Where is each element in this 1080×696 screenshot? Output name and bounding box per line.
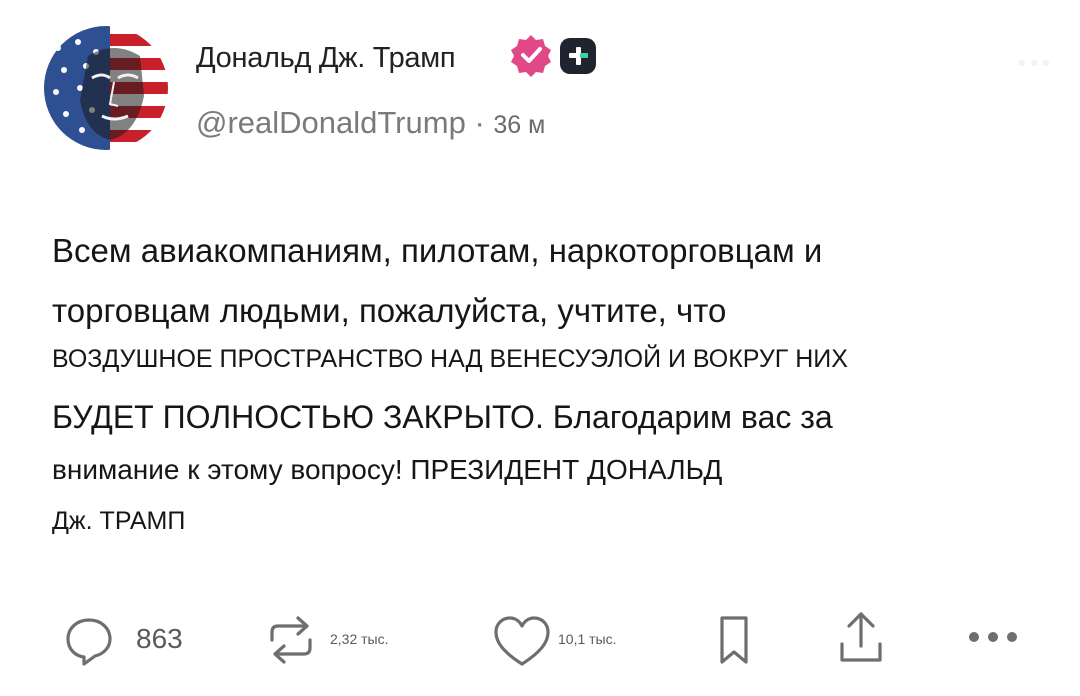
avatar[interactable]: [44, 26, 168, 150]
post-line: внимание к этому вопросу! ПРЕЗИДЕНТ ДОНА…: [52, 454, 723, 485]
heart-icon: [494, 616, 550, 666]
share-icon: [840, 612, 882, 662]
like-button[interactable]: [492, 614, 552, 670]
reply-button[interactable]: [64, 616, 114, 668]
author-meta: @realDonaldTrump · 36 м: [196, 104, 545, 144]
plus-square-icon: [560, 38, 596, 74]
reply-icon: [66, 618, 112, 666]
post-line: ВОЗДУШНОЕ ПРОСТРАНСТВО НАД ВЕНЕСУЭЛОЙ И …: [52, 345, 848, 373]
more-icon: [969, 632, 1017, 642]
verified-badge-icon: [509, 33, 553, 77]
post-line: Всем авиакомпаниям, пилотам, наркоторгов…: [52, 232, 823, 269]
author-handle[interactable]: @realDonaldTrump: [196, 105, 466, 140]
bookmark-button[interactable]: [718, 614, 750, 666]
bookmark-icon: [720, 616, 748, 664]
post-line: Дж. ТРАМП: [52, 507, 186, 535]
share-button[interactable]: [836, 608, 886, 666]
author-display-name[interactable]: Дональд Дж. Трамп: [196, 40, 456, 76]
post-timestamp[interactable]: 36 м: [493, 111, 545, 139]
reply-count: 863: [136, 623, 183, 654]
flag-portrait-avatar-icon: [44, 26, 168, 150]
repost-count: 2,32 тыс.: [330, 631, 389, 647]
repost-icon: [270, 616, 312, 664]
more-button[interactable]: [966, 628, 1020, 646]
repost-button[interactable]: [262, 610, 320, 670]
post-line: БУДЕТ ПОЛНОСТЬЮ ЗАКРЫТО. Благодарим вас …: [52, 399, 833, 435]
meta-separator: ·: [474, 105, 485, 140]
like-count: 10,1 тыс.: [558, 631, 617, 647]
top-more-icon[interactable]: [1016, 56, 1052, 70]
post-line: торговцам людьми, пожалуйста, учтите, чт…: [52, 292, 727, 329]
